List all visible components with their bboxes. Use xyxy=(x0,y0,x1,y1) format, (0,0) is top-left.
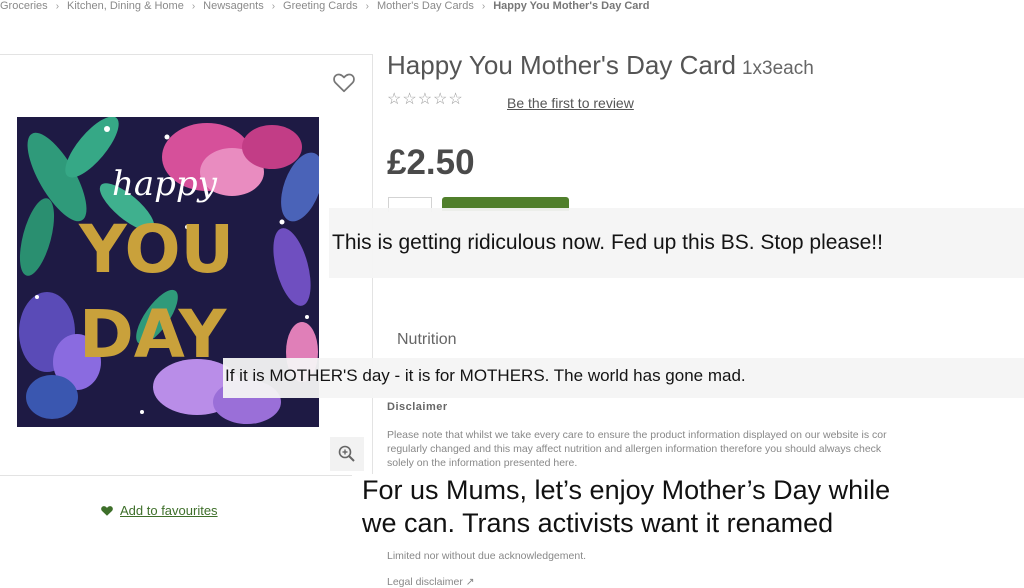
caption-line-2: we can. Trans activists want it renamed xyxy=(362,508,834,538)
product-title: Happy You Mother's Day Card 1x3each xyxy=(387,50,814,81)
disclaimer-heading: Disclaimer xyxy=(387,401,448,413)
add-to-favourites-link[interactable]: Add to favourites xyxy=(100,503,218,518)
product-price: £2.50 xyxy=(387,143,475,182)
breadcrumb-current: Happy You Mother's Day Card xyxy=(493,0,650,12)
zoom-in-icon[interactable] xyxy=(330,437,364,471)
pack-size: 1x3each xyxy=(741,58,814,79)
caption-line-1: For us Mums, let’s enjoy Mother’s Day wh… xyxy=(362,475,891,505)
comment-overlay-2: If it is MOTHER'S day - it is for MOTHER… xyxy=(223,358,1024,398)
breadcrumb-separator: › xyxy=(191,0,196,12)
legal-disclaimer-link[interactable]: Legal disclaimer ↗ xyxy=(387,576,475,588)
star-outline-icon: ☆ xyxy=(387,91,402,108)
rating-stars: ☆ ☆ ☆ ☆ ☆ xyxy=(387,92,463,108)
write-review-link[interactable]: Be the first to review xyxy=(507,95,634,111)
disclaimer-text: Please note that whilst we take every ca… xyxy=(387,428,1024,470)
breadcrumb-separator: › xyxy=(481,0,486,12)
breadcrumb-separator: › xyxy=(365,0,369,12)
card-word-day: DAY xyxy=(79,296,228,373)
comment-overlay-1: This is getting ridiculous now. Fed up t… xyxy=(329,208,1024,278)
breadcrumb-item-newsagents[interactable]: Newsagents xyxy=(203,0,264,12)
disclaimer-line: Please note that whilst we take every ca… xyxy=(387,429,887,441)
disclaimer-line: regularly changed and this may affect nu… xyxy=(387,443,882,455)
star-outline-icon: ☆ xyxy=(417,91,433,108)
limited-text: Limited nor without due acknowledgement. xyxy=(387,550,587,562)
breadcrumb-item-groceries[interactable]: Groceries xyxy=(0,0,48,12)
add-to-favourites-label: Add to favourites xyxy=(120,503,218,518)
nutrition-heading[interactable]: Nutrition xyxy=(397,331,457,349)
external-link-icon: ↗ xyxy=(465,576,475,588)
breadcrumb: Groceries › Kitchen, Dining & Home › New… xyxy=(0,0,649,14)
card-word-you: YOU xyxy=(78,211,234,288)
breadcrumb-item-mothers-day-cards[interactable]: Mother's Day Cards xyxy=(377,0,474,12)
heart-filled-icon xyxy=(101,506,113,516)
caption-overlay: For us Mums, let’s enjoy Mother’s Day wh… xyxy=(352,474,1024,544)
breadcrumb-separator: › xyxy=(55,0,60,12)
breadcrumb-separator: › xyxy=(271,0,276,12)
legal-disclaimer-label: Legal disclaimer xyxy=(387,576,463,588)
breadcrumb-item-kitchen-dining-home[interactable]: Kitchen, Dining & Home xyxy=(67,0,184,12)
star-outline-icon: ☆ xyxy=(448,91,463,108)
star-outline-icon: ☆ xyxy=(433,91,448,108)
star-outline-icon: ☆ xyxy=(402,91,417,108)
card-script-text: happy xyxy=(112,164,218,204)
disclaimer-line: solely on the information presented here… xyxy=(387,457,578,469)
product-title-text: Happy You Mother's Day Card xyxy=(387,50,736,80)
breadcrumb-item-greeting-cards[interactable]: Greeting Cards xyxy=(283,0,358,12)
heart-outline-icon[interactable] xyxy=(331,69,357,95)
